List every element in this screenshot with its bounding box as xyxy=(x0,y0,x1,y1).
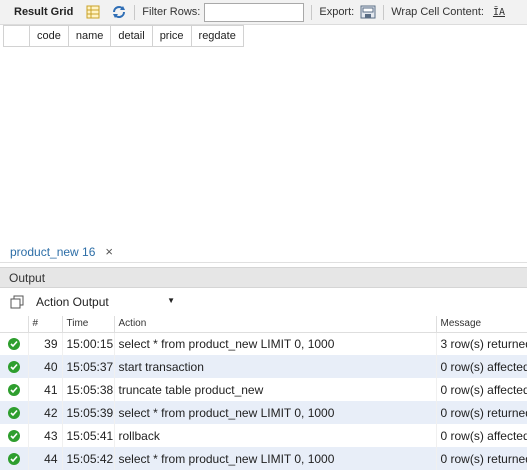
filter-rows-label: Filter Rows: xyxy=(142,6,201,18)
column-header[interactable]: Action xyxy=(114,316,437,333)
result-grid: code name detail price regdate xyxy=(3,25,244,47)
row-action: select * from product_new LIMIT 0, 1000 xyxy=(114,332,437,355)
row-number: 41 xyxy=(28,378,63,401)
log-row[interactable]: 40 15:05:37 start transaction 0 row(s) a… xyxy=(0,355,527,378)
column-header[interactable]: name xyxy=(67,25,112,47)
tab-product-new[interactable]: product_new 16 × xyxy=(10,244,113,259)
log-row[interactable]: 42 15:05:39 select * from product_new LI… xyxy=(0,401,527,424)
log-row[interactable]: 39 15:00:15 select * from product_new LI… xyxy=(0,332,527,355)
result-toolbar: Result Grid Filter Rows: Export: Wrap Ce… xyxy=(0,0,527,25)
close-icon[interactable]: × xyxy=(105,244,113,259)
copy-icon[interactable] xyxy=(10,295,24,309)
tab-label: product_new 16 xyxy=(10,244,96,259)
success-check-icon xyxy=(8,429,20,442)
row-message: 0 row(s) affected xyxy=(436,355,527,378)
success-check-icon xyxy=(8,406,20,419)
row-time: 15:05:38 xyxy=(62,378,115,401)
wrap-cell-label: Wrap Cell Content: xyxy=(391,6,484,18)
row-header-corner[interactable] xyxy=(3,25,30,47)
row-number: 43 xyxy=(28,424,63,447)
export-label: Export: xyxy=(319,6,355,18)
column-header[interactable]: Message xyxy=(436,316,527,333)
column-header[interactable]: Time xyxy=(62,316,115,333)
success-check-icon xyxy=(8,452,20,465)
refresh-icon[interactable] xyxy=(111,4,127,20)
row-action: rollback xyxy=(114,424,437,447)
status-cell xyxy=(0,332,29,355)
row-message: 0 row(s) returned xyxy=(436,447,527,470)
toolbar-separator xyxy=(311,4,313,20)
column-header[interactable]: # xyxy=(28,316,63,333)
chevron-down-icon: ▼ xyxy=(167,296,175,305)
row-message: 0 row(s) affected xyxy=(436,378,527,401)
status-cell xyxy=(0,424,29,447)
output-toolbar: Action Output ▼ xyxy=(0,290,527,314)
row-action: select * from product_new LIMIT 0, 1000 xyxy=(114,447,437,470)
row-action: select * from product_new LIMIT 0, 1000 xyxy=(114,401,437,424)
row-time: 15:00:15 xyxy=(62,332,115,355)
log-row[interactable]: 41 15:05:38 truncate table product_new 0… xyxy=(0,378,527,401)
row-time: 15:05:42 xyxy=(62,447,115,470)
column-header[interactable]: price xyxy=(151,25,192,47)
row-action: start transaction xyxy=(114,355,437,378)
row-number: 40 xyxy=(28,355,63,378)
status-cell xyxy=(0,447,29,470)
status-cell xyxy=(0,401,29,424)
row-number: 42 xyxy=(28,401,63,424)
column-header[interactable]: regdate xyxy=(190,25,244,47)
tab-divider xyxy=(0,262,527,263)
row-number: 39 xyxy=(28,332,63,355)
filter-rows-input[interactable] xyxy=(204,2,305,22)
success-check-icon xyxy=(8,337,20,350)
row-message: 0 row(s) returned xyxy=(436,401,527,424)
status-cell xyxy=(0,378,29,401)
result-grid-label: Result Grid xyxy=(14,6,74,18)
row-time: 15:05:39 xyxy=(62,401,115,424)
output-panel-header: Output xyxy=(0,267,527,288)
grid-header-row: code name detail price regdate xyxy=(3,25,244,47)
result-tab-bar: product_new 16 × xyxy=(0,240,527,264)
column-header[interactable]: detail xyxy=(110,25,153,47)
row-number: 44 xyxy=(28,447,63,470)
row-time: 15:05:41 xyxy=(62,424,115,447)
column-header[interactable]: code xyxy=(29,25,69,47)
wrap-cell-icon[interactable]: ĪA xyxy=(493,7,505,18)
export-icon[interactable] xyxy=(360,4,376,20)
row-time: 15:05:37 xyxy=(62,355,115,378)
row-message: 3 row(s) returned xyxy=(436,332,527,355)
output-title: Output xyxy=(9,270,46,285)
status-cell xyxy=(0,355,29,378)
row-message: 0 row(s) affected xyxy=(436,424,527,447)
grid-view-icon[interactable] xyxy=(85,4,101,20)
log-header-row: # Time Action Message xyxy=(0,316,527,333)
output-mode-select[interactable]: Action Output ▼ xyxy=(30,293,180,311)
output-mode-value: Action Output xyxy=(36,295,109,309)
success-check-icon xyxy=(8,383,20,396)
row-action: truncate table product_new xyxy=(114,378,437,401)
toolbar-separator xyxy=(134,4,136,20)
log-row[interactable]: 43 15:05:41 rollback 0 row(s) affected xyxy=(0,424,527,447)
action-log-table: # Time Action Message 39 15:00:15 select… xyxy=(0,316,527,470)
log-row[interactable]: 44 15:05:42 select * from product_new LI… xyxy=(0,447,527,470)
success-check-icon xyxy=(8,360,20,373)
toolbar-separator xyxy=(383,4,385,20)
status-column-header[interactable] xyxy=(0,316,29,333)
